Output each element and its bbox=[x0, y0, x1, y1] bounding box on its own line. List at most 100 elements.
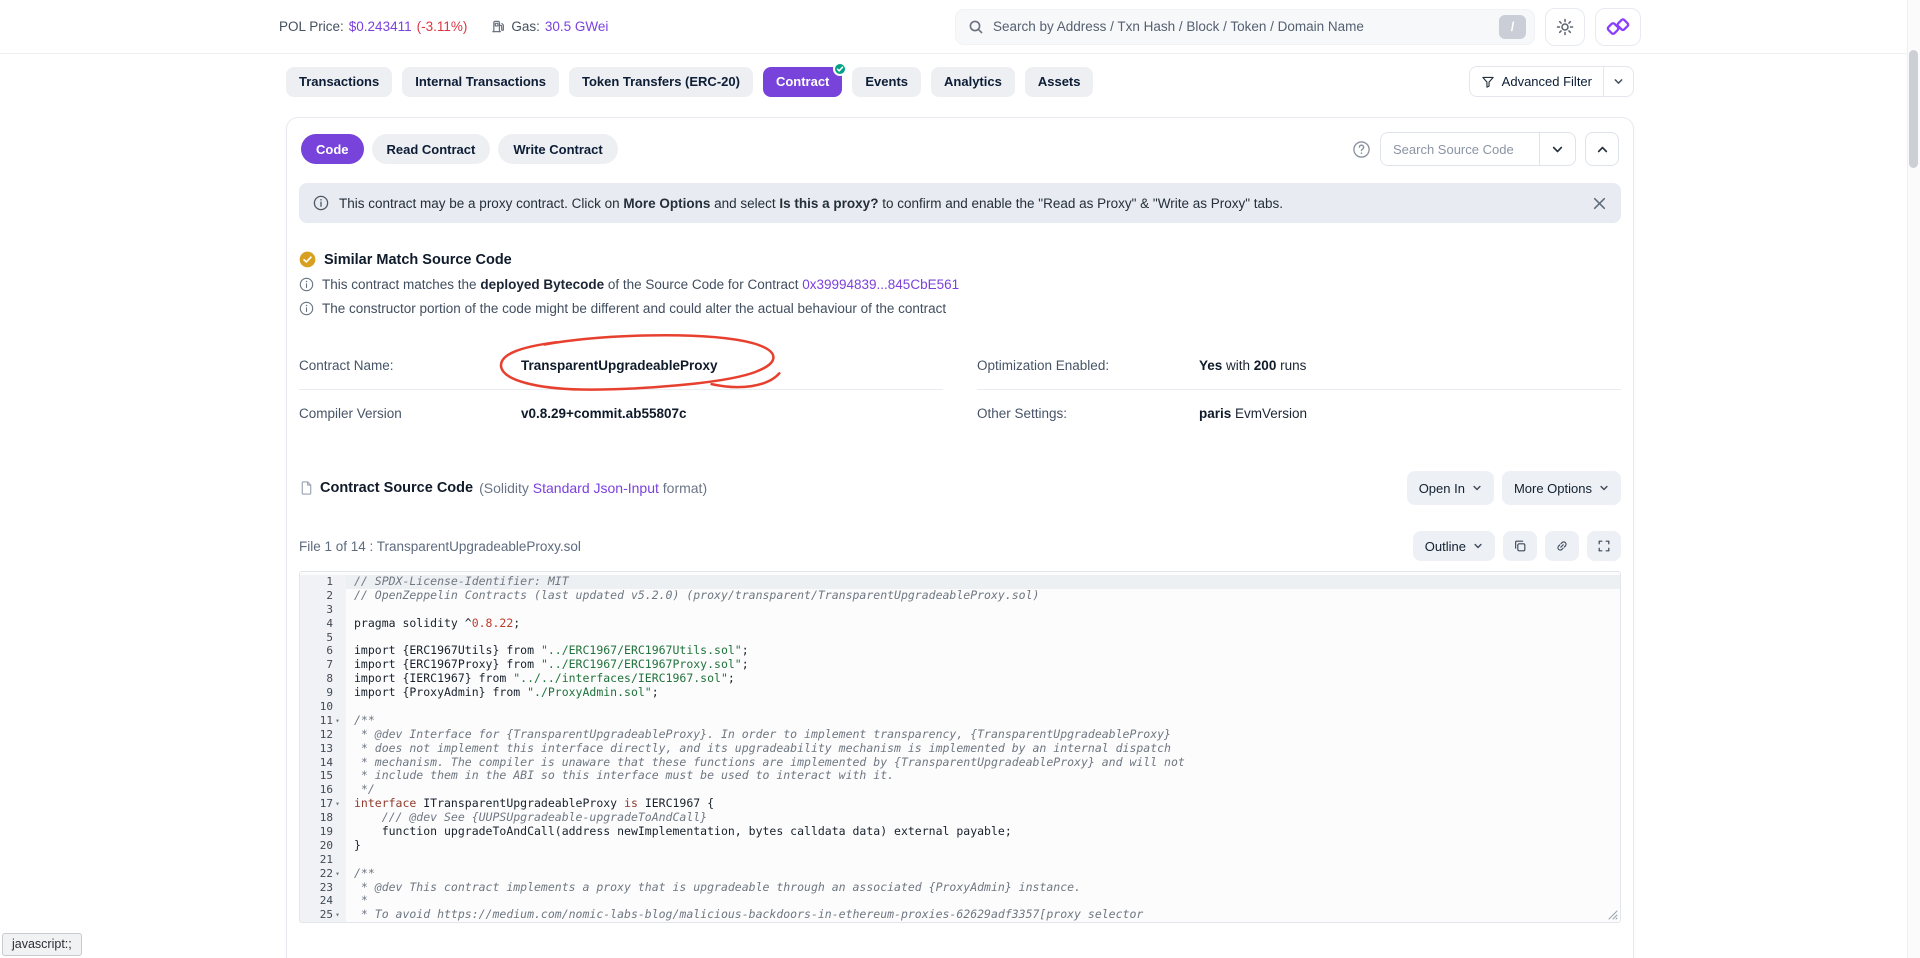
source-code-title: Contract Source Code bbox=[320, 480, 473, 496]
code-line: 15 * include them in the ABI so this int… bbox=[300, 769, 1620, 783]
file-1-label: File 1 of 14 : TransparentUpgradeablePro… bbox=[299, 539, 581, 554]
code-line: 16 */ bbox=[300, 783, 1620, 797]
chevron-down-icon bbox=[1473, 541, 1483, 551]
amber-check-icon bbox=[299, 251, 316, 268]
code-line: 9import {ProxyAdmin} from "./ProxyAdmin.… bbox=[300, 686, 1620, 700]
standard-json-input-link[interactable]: Standard Json-Input bbox=[533, 480, 659, 496]
other-settings-row: Other Settings: paris EvmVersion bbox=[977, 390, 1621, 437]
link-icon bbox=[1555, 539, 1569, 553]
code-tab-button[interactable]: Code bbox=[301, 134, 364, 164]
tab-transactions[interactable]: Transactions bbox=[286, 67, 392, 97]
compiler-version-row: Compiler Version v0.8.29+commit.ab55807c bbox=[299, 390, 943, 437]
sun-icon bbox=[1556, 18, 1574, 36]
optimization-label: Optimization Enabled: bbox=[977, 358, 1199, 373]
info-icon bbox=[313, 195, 329, 211]
compiler-version-label: Compiler Version bbox=[299, 406, 521, 421]
outline-button[interactable]: Outline bbox=[1413, 531, 1495, 561]
code-line: 8import {IERC1967} from "../../interface… bbox=[300, 672, 1620, 686]
similar-match-section: Similar Match Source Code This contract … bbox=[299, 251, 1621, 316]
fold-toggle-icon[interactable]: ▾ bbox=[333, 908, 342, 922]
permalink-button[interactable] bbox=[1545, 531, 1579, 561]
code-line: 12 * @dev Interface for {TransparentUpgr… bbox=[300, 728, 1620, 742]
contract-card: Code Read Contract Write Contract bbox=[286, 117, 1634, 958]
tab-analytics[interactable]: Analytics bbox=[931, 67, 1015, 97]
contract-metadata: Contract Name: TransparentUpgradeablePro… bbox=[299, 342, 1621, 437]
pol-price-value[interactable]: $0.243411 bbox=[349, 19, 412, 34]
info-icon bbox=[299, 277, 314, 292]
address-tabs: Transactions Internal Transactions Token… bbox=[286, 66, 1634, 97]
source-code-header: Contract Source Code (Solidity Standard … bbox=[299, 471, 1621, 505]
fullscreen-button[interactable] bbox=[1587, 531, 1621, 561]
top-bar: POL Price: $0.243411 (-3.11%) Gas: 30.5 … bbox=[0, 0, 1920, 54]
contract-name-row: Contract Name: TransparentUpgradeablePro… bbox=[299, 342, 943, 390]
fold-toggle-icon[interactable]: ▾ bbox=[333, 714, 342, 728]
code-line: 23 * @dev This contract implements a pro… bbox=[300, 881, 1620, 895]
bytecode-match-text: This contract matches the deployed Bytec… bbox=[322, 277, 959, 292]
code-line: 22▾/** bbox=[300, 867, 1620, 881]
collapse-section-button[interactable] bbox=[1585, 132, 1619, 166]
copy-icon bbox=[1513, 539, 1527, 553]
code-line: 1// SPDX-License-Identifier: MIT bbox=[300, 575, 1620, 589]
code-line: 14 * mechanism. The compiler is unaware … bbox=[300, 756, 1620, 770]
write-contract-button[interactable]: Write Contract bbox=[498, 134, 617, 164]
code-editor-file-1[interactable]: 1// SPDX-License-Identifier: MIT2// Open… bbox=[299, 571, 1621, 923]
pol-price-change: (-3.11%) bbox=[417, 19, 468, 34]
source-format: (Solidity Standard Json-Input format) bbox=[479, 480, 707, 496]
search-next-button[interactable] bbox=[1539, 133, 1575, 165]
global-search[interactable]: / bbox=[955, 9, 1535, 45]
gas-value[interactable]: 30.5 GWei bbox=[545, 19, 609, 34]
code-line: 10 bbox=[300, 700, 1620, 714]
close-icon[interactable] bbox=[1592, 196, 1607, 211]
tab-token-transfers[interactable]: Token Transfers (ERC-20) bbox=[569, 67, 753, 97]
constructor-warning-text: The constructor portion of the code migh… bbox=[322, 301, 946, 316]
help-icon[interactable] bbox=[1352, 140, 1371, 159]
status-bar-link-preview: javascript:; bbox=[2, 933, 82, 956]
pol-price-label: POL Price: bbox=[279, 19, 344, 34]
tab-assets[interactable]: Assets bbox=[1025, 67, 1094, 97]
optimization-row: Optimization Enabled: Yes with 200 runs bbox=[977, 342, 1621, 390]
file-1-header: File 1 of 14 : TransparentUpgradeablePro… bbox=[299, 531, 1621, 561]
code-line: 19 function upgradeToAndCall(address new… bbox=[300, 825, 1620, 839]
code-line: 5 bbox=[300, 631, 1620, 645]
theme-toggle-button[interactable] bbox=[1545, 8, 1585, 46]
read-contract-button[interactable]: Read Contract bbox=[372, 134, 491, 164]
code-line: 2// OpenZeppelin Contracts (last updated… bbox=[300, 589, 1620, 603]
code-line: 13 * does not implement this interface d… bbox=[300, 742, 1620, 756]
other-settings-value: paris EvmVersion bbox=[1199, 406, 1307, 421]
advanced-filter: Advanced Filter bbox=[1469, 66, 1634, 97]
fold-toggle-icon[interactable]: ▾ bbox=[333, 797, 342, 811]
chevron-down-icon bbox=[1551, 143, 1564, 156]
search-source-code-input[interactable] bbox=[1381, 133, 1539, 165]
code-line: 24 * bbox=[300, 894, 1620, 908]
open-in-button[interactable]: Open In bbox=[1407, 471, 1494, 505]
tab-events[interactable]: Events bbox=[852, 67, 921, 97]
more-options-button[interactable]: More Options bbox=[1502, 471, 1621, 505]
scrollbar-thumb[interactable] bbox=[1909, 50, 1918, 168]
source-code-search bbox=[1380, 132, 1576, 166]
tab-contract[interactable]: Contract bbox=[763, 67, 842, 97]
search-icon bbox=[968, 19, 984, 35]
page-scrollbar[interactable] bbox=[1907, 0, 1920, 958]
chevron-down-icon bbox=[1613, 76, 1624, 87]
chevron-down-icon bbox=[1472, 483, 1482, 493]
advanced-filter-button[interactable]: Advanced Filter bbox=[1470, 67, 1603, 96]
verified-check-icon bbox=[833, 62, 847, 76]
resize-grip-icon[interactable] bbox=[1608, 910, 1618, 920]
code-line: 7import {ERC1967Proxy} from "../ERC1967/… bbox=[300, 658, 1620, 672]
similar-match-title: Similar Match Source Code bbox=[324, 252, 512, 268]
copy-source-button[interactable] bbox=[1503, 531, 1537, 561]
proxy-notice-banner: This contract may be a proxy contract. C… bbox=[299, 183, 1621, 223]
polygon-logo-button[interactable] bbox=[1595, 8, 1641, 46]
advanced-filter-dropdown-button[interactable] bbox=[1603, 67, 1633, 96]
contract-subnav: Code Read Contract Write Contract bbox=[301, 132, 1619, 166]
code-line: 20} bbox=[300, 839, 1620, 853]
matched-contract-link[interactable]: 0x39994839...845CbE561 bbox=[802, 277, 959, 292]
code-line: 4pragma solidity ^0.8.22; bbox=[300, 617, 1620, 631]
document-icon bbox=[299, 480, 314, 496]
tab-internal-transactions[interactable]: Internal Transactions bbox=[402, 67, 559, 97]
proxy-notice-text: This contract may be a proxy contract. C… bbox=[339, 196, 1283, 211]
fold-toggle-icon[interactable]: ▾ bbox=[333, 867, 342, 881]
code-line: 11▾/** bbox=[300, 714, 1620, 728]
optimization-value: Yes with 200 runs bbox=[1199, 358, 1306, 373]
search-input[interactable] bbox=[993, 19, 1490, 34]
